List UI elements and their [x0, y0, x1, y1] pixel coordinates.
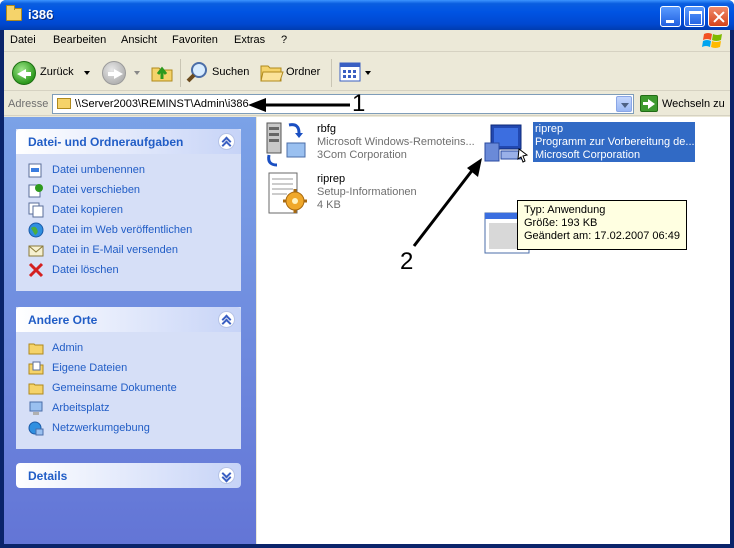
web-publish-icon [28, 222, 44, 238]
address-label: Adresse [8, 98, 49, 110]
tooltip-modified: Geändert am: 17.02.2007 06:49 [524, 230, 680, 242]
place-shared-documents[interactable]: Gemeinsame Dokumente [28, 379, 241, 399]
details-title: Details [28, 469, 68, 483]
collapse-icon[interactable] [218, 133, 235, 150]
address-path[interactable]: \\Server2003\REMINST\Admin\i386 [75, 98, 249, 110]
details-header[interactable]: Details [16, 463, 241, 488]
task-rename[interactable]: Datei umbenennen [28, 161, 241, 181]
file-size: 4 KB [317, 199, 341, 211]
file-name: riprep [535, 123, 564, 135]
folders-icon[interactable] [260, 61, 284, 83]
task-pane: Datei- und Ordneraufgaben Datei umbenenn… [4, 117, 256, 544]
move-icon [28, 184, 43, 198]
menu-tools[interactable]: Extras [234, 34, 265, 46]
tooltip-type: Typ: Anwendung [524, 204, 606, 216]
menu-help[interactable]: ? [281, 34, 287, 46]
place-my-documents[interactable]: Eigene Dateien [28, 359, 241, 379]
back-dropdown-icon[interactable] [84, 71, 90, 75]
other-places-panel: Andere Orte Admin Eigene Dateien Gemeins… [16, 307, 241, 449]
tooltip-size: Größe: 193 KB [524, 217, 598, 229]
folders-button[interactable]: Ordner [286, 66, 320, 90]
task-delete[interactable]: Datei löschen [28, 261, 241, 281]
go-button[interactable]: Wechseln zu [662, 98, 725, 110]
back-button[interactable]: Zurück [40, 66, 74, 90]
file-item-riprep-exe[interactable]: riprep Programm zur Vorbereitung de... M… [479, 121, 699, 171]
place-admin[interactable]: Admin [28, 339, 241, 359]
folder-icon [57, 98, 71, 109]
other-places-header[interactable]: Andere Orte [16, 307, 241, 332]
details-panel: Details [16, 463, 241, 488]
file-tasks-title: Datei- und Ordneraufgaben [28, 135, 184, 149]
file-tasks-header[interactable]: Datei- und Ordneraufgaben [16, 129, 241, 154]
rename-icon [28, 163, 42, 178]
search-icon[interactable] [186, 60, 210, 84]
views-icon[interactable] [338, 61, 362, 83]
file-name: rbfg [317, 123, 336, 135]
annotation-label-2: 2 [400, 248, 414, 275]
file-item-riprep-inf[interactable]: riprep Setup-Informationen 4 KB [263, 171, 473, 221]
menu-view[interactable]: Ansicht [121, 34, 157, 46]
task-web-publish[interactable]: Datei im Web veröffentlichen [28, 221, 241, 241]
address-bar: Adresse \\Server2003\REMINST\Admin\i386 … [4, 92, 730, 116]
my-computer-icon [29, 401, 43, 415]
email-icon [28, 245, 44, 257]
folder-icon [28, 343, 44, 355]
file-description: Programm zur Vorbereitung de... [535, 136, 695, 148]
collapse-icon[interactable] [218, 311, 235, 328]
folder-icon [28, 383, 44, 395]
expand-icon[interactable] [218, 467, 235, 484]
server-app-icon [266, 122, 306, 167]
explorer-window: i386 Datei Bearbeiten Ansicht Favoriten … [0, 0, 734, 548]
file-view: rbfg Microsoft Windows-Remoteins... 3Com… [257, 117, 730, 544]
maximize-button[interactable] [684, 6, 705, 27]
place-network[interactable]: Netzwerkumgebung [28, 419, 241, 439]
copy-icon [28, 202, 44, 218]
folder-up-icon[interactable] [150, 60, 174, 84]
window-client: Datei Bearbeiten Ansicht Favoriten Extra… [4, 30, 730, 544]
menu-bar: Datei Bearbeiten Ansicht Favoriten Extra… [4, 30, 730, 52]
menu-edit[interactable]: Bearbeiten [53, 34, 106, 46]
place-my-computer[interactable]: Arbeitsplatz [28, 399, 241, 419]
title-bar[interactable]: i386 [0, 0, 734, 30]
forward-arrow-icon[interactable] [102, 61, 126, 85]
forward-dropdown-icon[interactable] [134, 71, 140, 75]
toolbar-separator [331, 59, 332, 87]
setup-info-icon [268, 172, 307, 214]
views-dropdown-icon[interactable] [365, 71, 371, 75]
menu-favorites[interactable]: Favoriten [172, 34, 218, 46]
window-title: i386 [28, 7, 54, 22]
folder-icon [6, 5, 22, 21]
file-description: Microsoft Windows-Remoteins... [317, 136, 475, 148]
file-type: Setup-Informationen [317, 186, 417, 198]
file-company: Microsoft Corporation [535, 149, 641, 161]
other-places-title: Andere Orte [28, 313, 98, 327]
toolbar: Zurück Suchen Ordner [4, 53, 730, 91]
task-move[interactable]: Datei verschieben [28, 181, 241, 201]
file-tooltip: Typ: Anwendung Größe: 193 KB Geändert am… [517, 200, 687, 250]
file-name: riprep [317, 173, 346, 185]
delete-icon [28, 262, 44, 278]
address-dropdown-icon[interactable] [616, 96, 632, 112]
task-email[interactable]: Datei in E-Mail versenden [28, 241, 241, 261]
minimize-button[interactable] [660, 6, 681, 27]
address-input[interactable]: \\Server2003\REMINST\Admin\i386 [52, 94, 634, 114]
task-copy[interactable]: Datei kopieren [28, 201, 241, 221]
network-icon [28, 421, 44, 436]
file-item-rbfg[interactable]: rbfg Microsoft Windows-Remoteins... 3Com… [263, 121, 475, 171]
go-arrow-icon[interactable] [640, 95, 658, 112]
back-arrow-icon[interactable] [12, 61, 36, 85]
toolbar-separator [180, 59, 181, 87]
close-button[interactable] [708, 6, 729, 27]
computer-app-icon [484, 124, 529, 163]
menu-file[interactable]: Datei [10, 34, 36, 46]
my-documents-icon [28, 361, 44, 375]
file-company: 3Com Corporation [317, 149, 407, 161]
file-tasks-panel: Datei- und Ordneraufgaben Datei umbenenn… [16, 129, 241, 291]
search-button[interactable]: Suchen [212, 66, 249, 90]
annotation-label-1: 1 [352, 90, 366, 117]
windows-logo-icon [702, 33, 722, 48]
